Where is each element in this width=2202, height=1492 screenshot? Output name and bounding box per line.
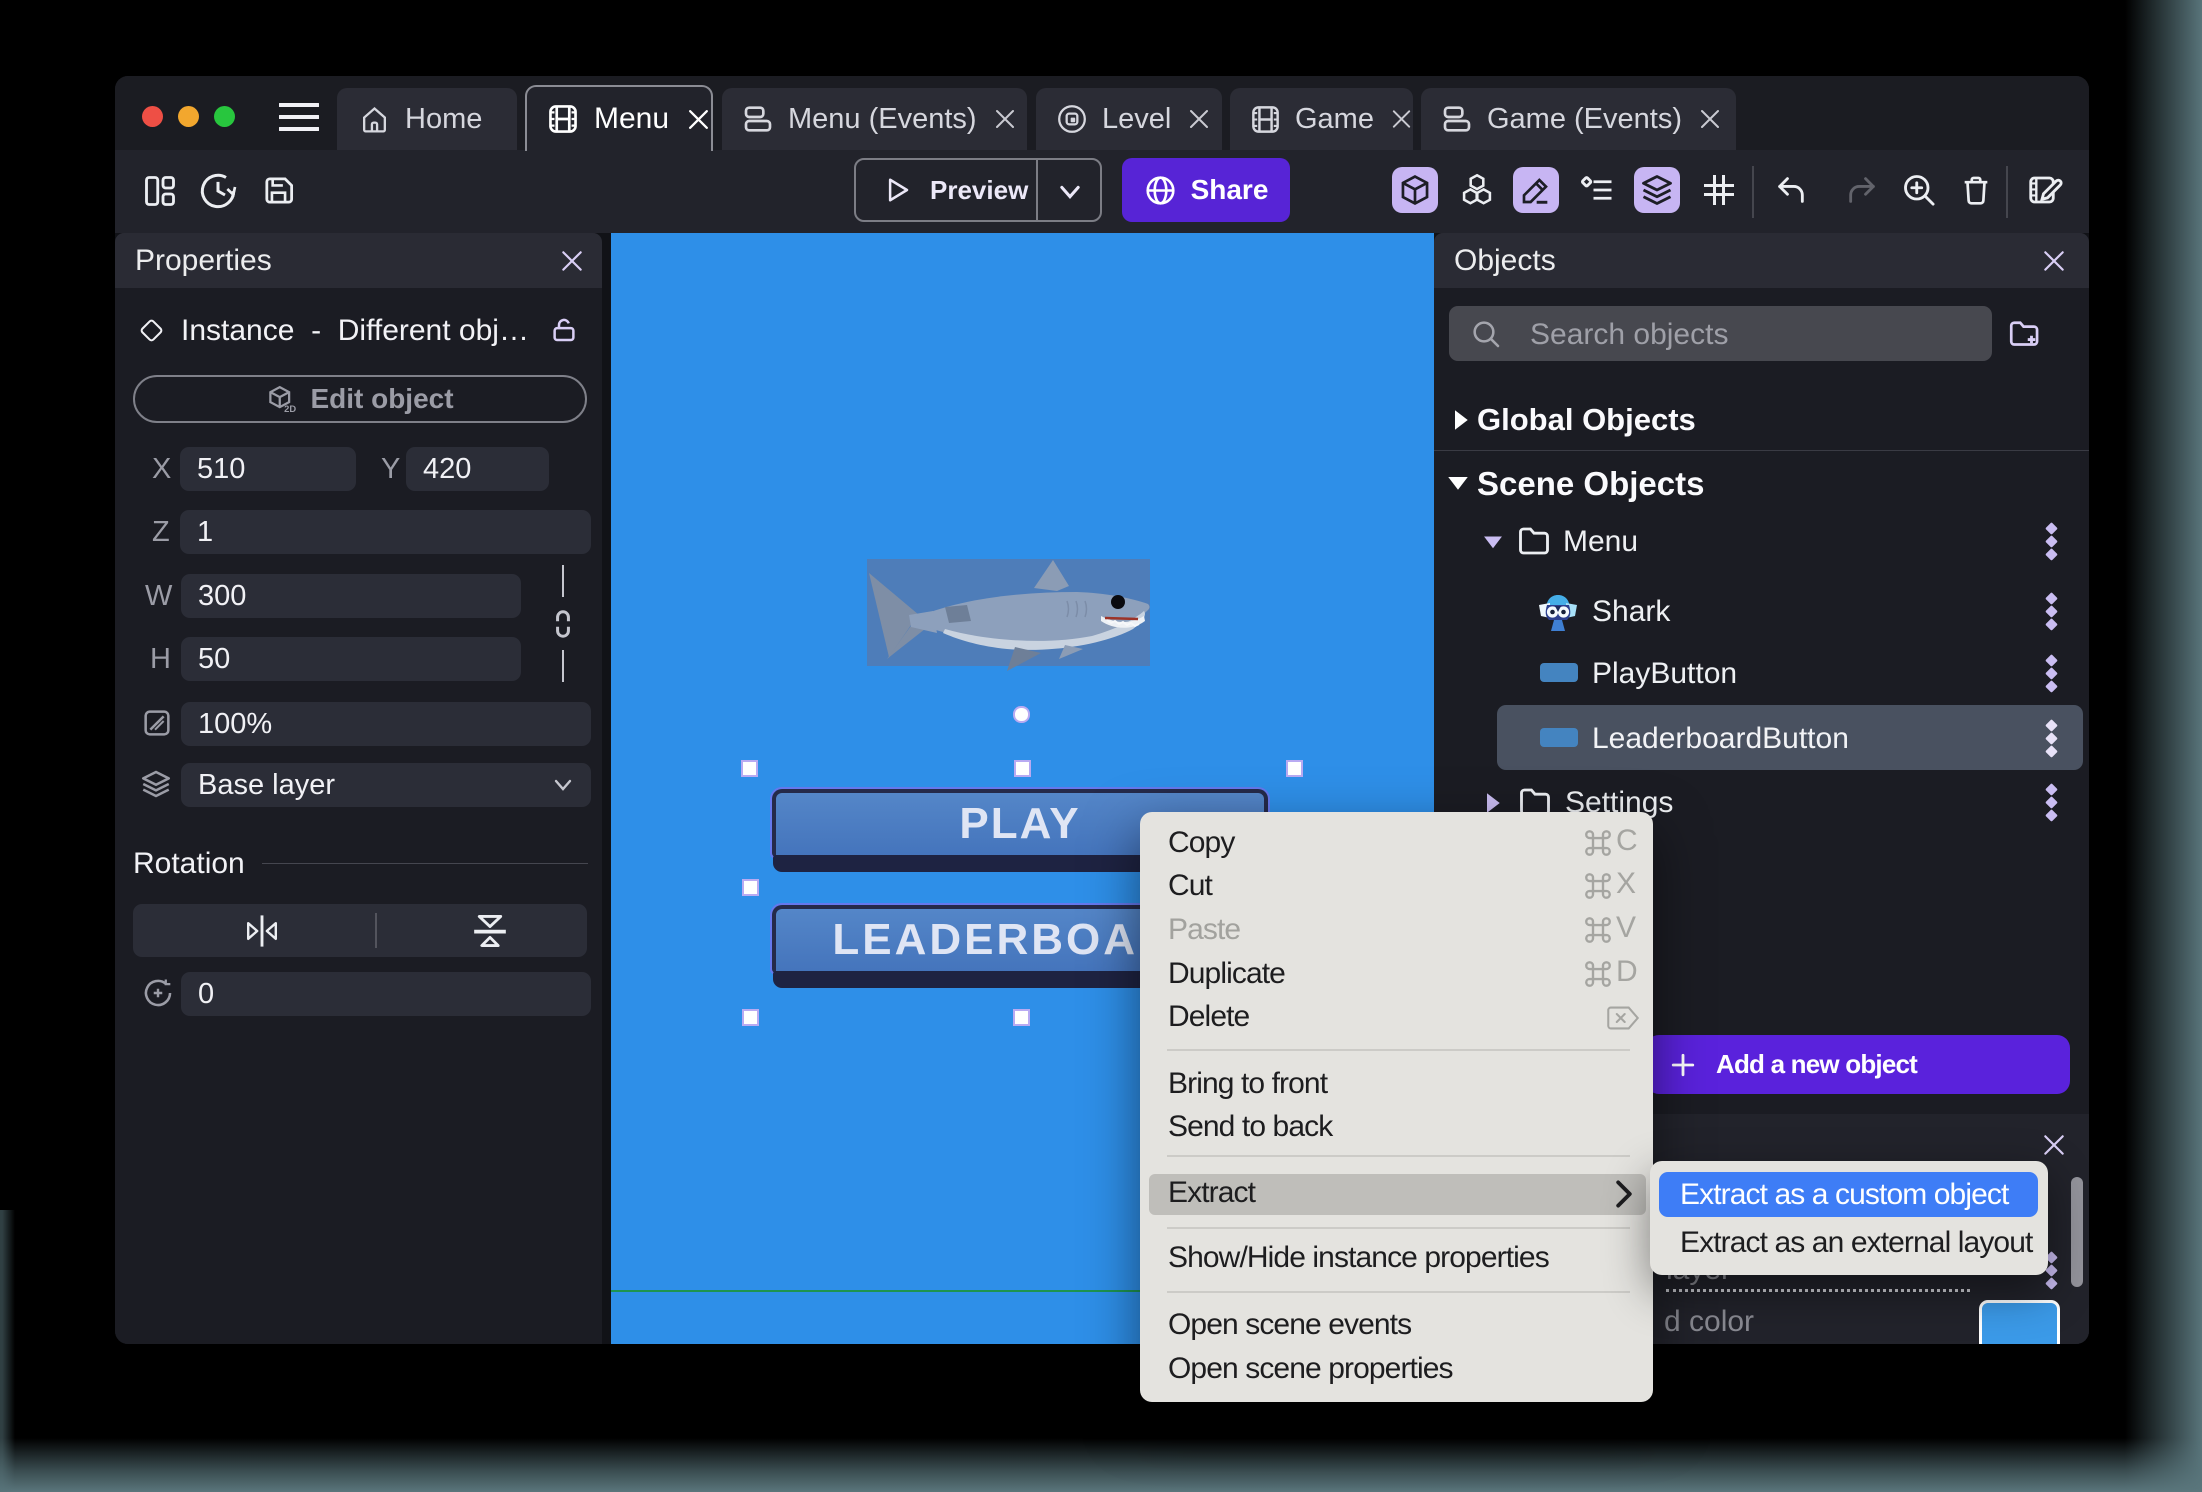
svg-text:2D: 2D	[285, 404, 297, 414]
